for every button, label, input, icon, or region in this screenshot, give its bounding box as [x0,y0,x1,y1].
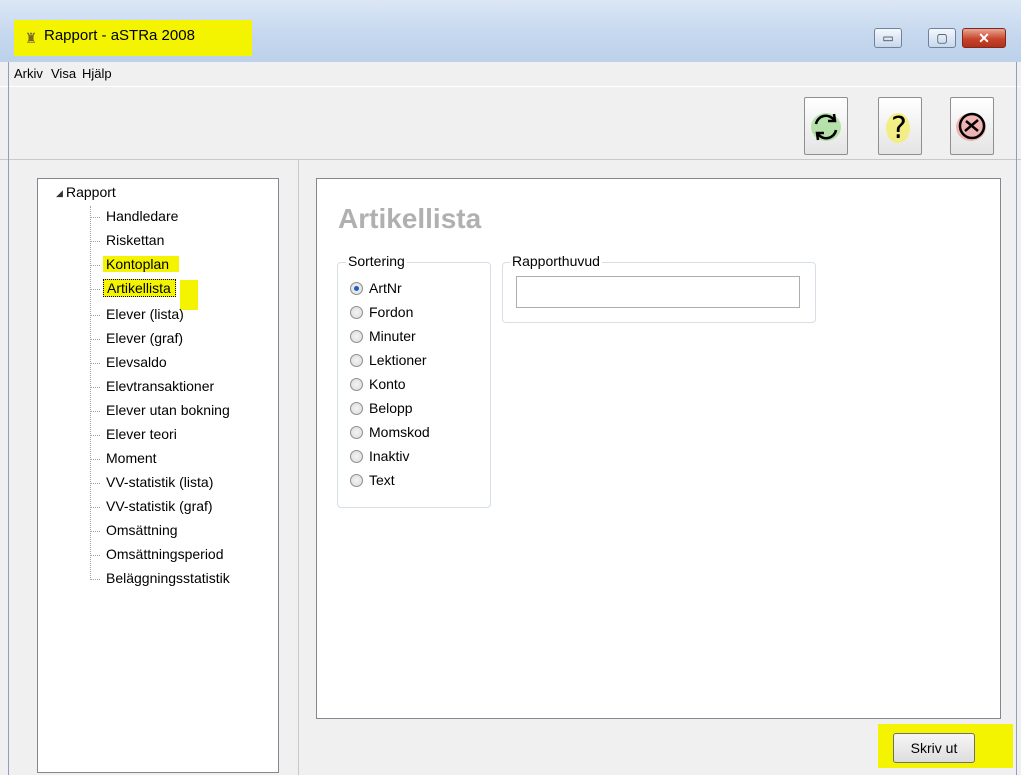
help-button[interactable]: ? [878,97,922,155]
sort-option-momskod[interactable]: Momskod [350,420,430,444]
sorting-label: Sortering [346,253,407,269]
maximize-button[interactable]: ▢ [928,28,956,48]
tree-item-riskettan[interactable]: Riskettan [90,230,167,250]
tree-item-elever-utan-bokning[interactable]: Elever utan bokning [90,400,233,420]
tree-item-elever-graf[interactable]: Elever (graf) [90,328,186,348]
svg-text:?: ? [891,111,907,146]
panel-splitter[interactable] [298,160,302,775]
radio-icon [350,473,363,487]
tree-item-moment[interactable]: Moment [90,448,160,468]
tree-item-handledare[interactable]: Handledare [90,206,181,226]
menu-visa[interactable]: Visa [51,66,76,81]
sort-option-inaktiv[interactable]: Inaktiv [350,444,409,468]
radio-icon [350,425,363,439]
close-icon: ✕ [978,30,990,46]
sort-option-text[interactable]: Text [350,468,395,492]
report-header-label: Rapporthuvud [510,253,602,269]
refresh-icon [811,113,841,141]
print-button[interactable]: Skriv ut [893,733,975,763]
tree-item-vv-statistik-lista[interactable]: VV-statistik (lista) [90,472,216,492]
radio-icon [350,401,363,415]
radio-checked-icon [350,281,363,295]
menu-bar [0,62,1021,86]
sort-option-lektioner[interactable]: Lektioner [350,348,427,372]
sort-option-konto[interactable]: Konto [350,372,406,396]
radio-icon [350,449,363,463]
tree-item-elevtransaktioner[interactable]: Elevtransaktioner [90,376,217,396]
minimize-icon: ▭ [882,31,894,45]
page-title: Artikellista [338,203,482,234]
tree-item-artikellista[interactable]: Artikellista [90,278,176,298]
tree-item-elevsaldo[interactable]: Elevsaldo [90,352,170,372]
tree-item-elever-lista[interactable]: Elever (lista) [90,304,187,324]
window-title: Rapport - aSTRa 2008 [44,27,195,44]
menu-arkiv[interactable]: Arkiv [14,66,43,81]
tree-item-kontoplan[interactable]: Kontoplan [90,254,180,274]
sort-option-belopp[interactable]: Belopp [350,396,413,420]
help-icon: ? [886,111,910,146]
sort-option-minuter[interactable]: Minuter [350,324,416,348]
tree-item-belaggningsstatistik[interactable]: Beläggningsstatistik [90,568,233,588]
radio-icon [350,353,363,367]
refresh-button[interactable] [804,97,848,155]
close-button[interactable]: ✕ [962,28,1006,48]
radio-icon [350,305,363,319]
maximize-icon: ▢ [936,31,948,45]
exit-button[interactable] [950,97,994,155]
window-border-right [1016,62,1017,775]
tree-item-omsattningsperiod[interactable]: Omsättningsperiod [90,544,227,564]
app-window: ♜ Rapport - aSTRa 2008 ▭ ▢ ✕ Arkiv Visa … [0,0,1021,775]
toolbar [0,86,1021,160]
sort-option-fordon[interactable]: Fordon [350,300,413,324]
app-icon: ♜ [24,30,38,46]
sort-option-artnr[interactable]: ArtNr [350,276,402,300]
tree-root[interactable]: Rapport [58,184,116,200]
report-header-input[interactable] [516,276,800,308]
tree-item-omsattning[interactable]: Omsättning [90,520,181,540]
radio-icon [350,329,363,343]
tree-item-vv-statistik-graf[interactable]: VV-statistik (graf) [90,496,216,516]
tree-item-elever-teori[interactable]: Elever teori [90,424,180,444]
window-border-left [8,62,9,775]
minimize-button[interactable]: ▭ [874,28,902,48]
radio-icon [350,377,363,391]
exit-icon [956,112,986,141]
menu-hjalp[interactable]: Hjälp [82,66,112,81]
